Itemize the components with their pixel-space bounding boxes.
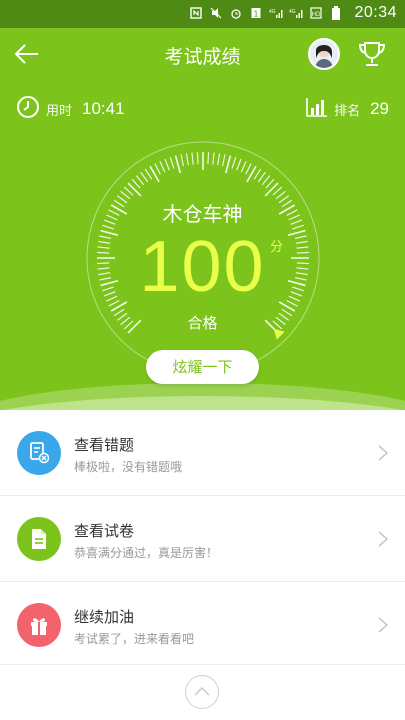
chevron-up-icon: [194, 686, 210, 696]
list-item-keep-going[interactable]: 继续加油 考试累了，进来看看吧: [0, 582, 405, 668]
gauge-tick: [265, 178, 275, 189]
nfc-icon: [189, 6, 203, 20]
bottom-bar: [0, 664, 405, 720]
4g-signal-icon: 4G: [289, 6, 303, 20]
gauge-tick: [140, 171, 149, 183]
page-title: 考试成绩: [164, 46, 241, 68]
4g-signal-icon: 4G: [269, 6, 283, 20]
gauge-tick: [261, 175, 271, 186]
document-icon: [32, 529, 46, 549]
ranking[interactable]: 排名 29: [306, 96, 389, 122]
gauge-tick: [240, 160, 247, 173]
list-item-subtitle: 棒极啦，没有错题哦: [74, 460, 183, 474]
gauge-tick: [180, 154, 184, 167]
gauge-tick: [159, 160, 166, 173]
gauge-tick: [212, 152, 215, 165]
gauge-tick: [257, 171, 266, 183]
gauge-tick: [222, 154, 226, 167]
list-item-subtitle: 恭喜满分通过，真是厉害！: [74, 546, 219, 560]
time-used: 用时 10:41: [16, 96, 125, 122]
svg-text:4G: 4G: [289, 9, 296, 15]
bar-chart-icon: [306, 97, 328, 121]
status-icons: 1 4G 4G HD: [189, 6, 343, 20]
list-item-icon-bg: [17, 431, 61, 475]
status-bar: 1 4G 4G HD 20:34: [0, 0, 405, 28]
top-bar: 考试成绩: [0, 28, 405, 80]
score-unit: 分: [270, 240, 284, 255]
list-item-title: 查看试卷: [74, 522, 135, 540]
gauge-tick: [174, 155, 181, 174]
svg-text:1: 1: [254, 10, 259, 19]
rank-label: 排名: [334, 103, 361, 119]
gauge-tick: [236, 158, 242, 171]
scroll-up-button[interactable]: [185, 675, 219, 709]
time-value: 10:41: [82, 99, 125, 118]
gauge-tick: [264, 182, 279, 197]
clock-icon: [16, 95, 40, 123]
gauge-tick: [207, 152, 210, 165]
alarm-icon: [229, 6, 243, 20]
gauge-tick: [135, 175, 145, 186]
battery-icon: [329, 6, 343, 20]
list-item-icon-bg: [17, 517, 61, 561]
action-list: 查看错题 棒极啦，没有错题哦 查看试卷 恭喜满分通过，真是厉害！ 继续加油 考试…: [0, 410, 405, 668]
list-item-review-paper[interactable]: 查看试卷 恭喜满分通过，真是厉害！: [0, 496, 405, 582]
avatar[interactable]: [308, 38, 340, 70]
gauge-tick: [191, 152, 194, 165]
gauge-tick: [225, 155, 232, 174]
pass-status: 合格: [187, 314, 218, 332]
status-time: 20:34: [354, 4, 397, 21]
gauge-tick: [127, 182, 142, 197]
wrong-question-icon: [30, 442, 49, 464]
gauge-tick: [253, 168, 262, 180]
hd-icon: HD: [309, 6, 323, 20]
mute-icon: [209, 6, 223, 20]
gauge-tick: [217, 153, 221, 166]
gift-icon: [31, 618, 47, 635]
chevron-right-icon: [378, 531, 389, 547]
gauge-tick: [144, 168, 153, 180]
gauge-tick: [272, 186, 283, 196]
list-item-title: 继续加油: [74, 608, 135, 626]
trophy-icon[interactable]: [356, 38, 388, 70]
list-item-wrong-questions[interactable]: 查看错题 棒极啦，没有错题哦: [0, 410, 405, 496]
rank-value: 29: [370, 99, 389, 118]
gauge-tick: [196, 152, 199, 165]
gauge-tick: [245, 163, 252, 175]
gauge-tick: [123, 186, 134, 196]
list-item-title: 查看错题: [74, 436, 135, 454]
time-label: 用时: [46, 103, 73, 119]
chevron-right-icon: [378, 445, 389, 461]
gauge-tick: [131, 178, 141, 189]
list-item-subtitle: 考试累了，进来看看吧: [74, 632, 195, 646]
gauge-tick: [169, 157, 175, 169]
gauge-tick: [154, 163, 161, 175]
svg-text:HD: HD: [312, 12, 321, 18]
user-name: 木仓车神: [162, 202, 243, 226]
gauge-tick: [164, 158, 170, 171]
share-button[interactable]: 炫耀一下: [146, 350, 259, 384]
gauge-tick: [185, 153, 189, 166]
svg-text:4G: 4G: [269, 9, 276, 15]
sim-icon: 1: [249, 6, 263, 20]
gauge-tick: [231, 157, 237, 169]
list-item-icon-bg: [17, 603, 61, 647]
chevron-right-icon: [378, 617, 389, 633]
score-value: 100: [139, 227, 266, 307]
